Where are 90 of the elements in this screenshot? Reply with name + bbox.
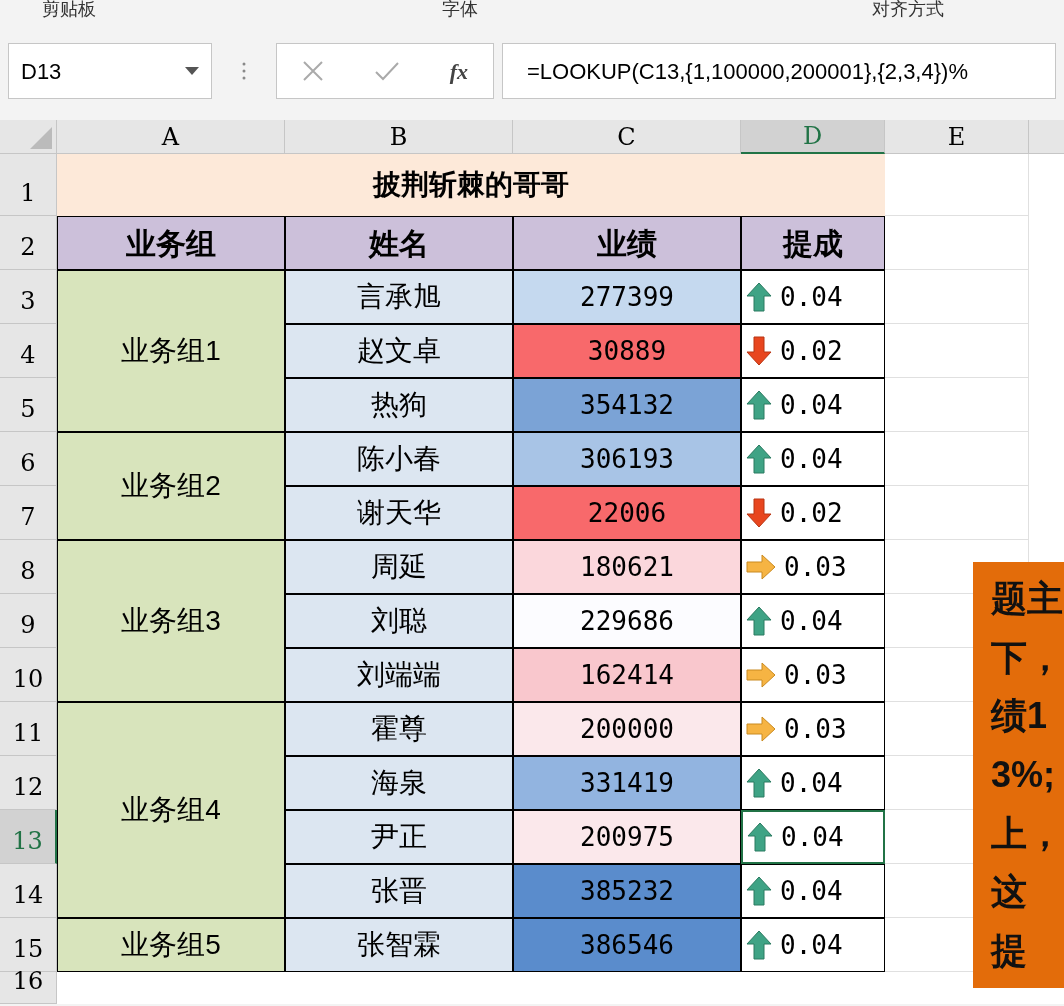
column-header[interactable]: D (741, 120, 885, 154)
sales-cell: 30889 (513, 324, 741, 378)
select-all-corner[interactable] (0, 120, 57, 154)
row-header[interactable]: 12 (0, 756, 57, 810)
note-text: 绩1 (991, 698, 1049, 735)
commission-value: 0.04 (780, 604, 843, 638)
commission-value: 0.04 (780, 928, 843, 962)
sales-cell: 386546 (513, 918, 741, 972)
name-box[interactable]: D13 (8, 43, 212, 99)
row-header[interactable]: 10 (0, 648, 57, 702)
commission-value: 0.04 (780, 280, 843, 314)
formula-field[interactable]: =LOOKUP(C13,{1,100000,200001},{2,3,4})% (502, 43, 1056, 99)
header-cell: 姓名 (285, 216, 513, 270)
name-cell: 热狗 (285, 378, 513, 432)
commission-value: 0.04 (780, 388, 843, 422)
row-header[interactable]: 15 (0, 918, 57, 972)
row-header[interactable]: 1 (0, 154, 57, 216)
commission-value: 0.04 (780, 766, 843, 800)
commission-value: 0.04 (780, 874, 843, 908)
ribbon-group-label: 剪贴板 (42, 0, 97, 18)
row-header[interactable]: 14 (0, 864, 57, 918)
commission-value: 0.04 (780, 442, 843, 476)
row-header[interactable]: 8 (0, 540, 57, 594)
row-header[interactable]: 3 (0, 270, 57, 324)
note-text: 提 (991, 932, 1028, 969)
column-header[interactable]: E (885, 120, 1029, 154)
name-cell: 赵文卓 (285, 324, 513, 378)
ribbon-group-label: 对齐方式 (872, 0, 944, 18)
name-cell: 陈小春 (285, 432, 513, 486)
group-cell: 业务组1 (57, 270, 285, 432)
commission-value: 0.02 (780, 496, 843, 530)
name-cell: 霍尊 (285, 702, 513, 756)
group-cell: 业务组4 (57, 702, 285, 918)
sales-cell: 200000 (513, 702, 741, 756)
group-cell: 业务组3 (57, 540, 285, 702)
commission-value: 0.04 (781, 820, 844, 854)
sales-cell: 162414 (513, 648, 741, 702)
note-text: 3%; (991, 756, 1057, 793)
sales-cell: 277399 (513, 270, 741, 324)
commission-value: 0.03 (784, 658, 847, 692)
vertical-dots-icon (242, 61, 246, 81)
row-header[interactable]: 5 (0, 378, 57, 432)
name-cell: 刘端端 (285, 648, 513, 702)
row-header[interactable]: 9 (0, 594, 57, 648)
commission-value: 0.03 (784, 712, 847, 746)
name-cell: 周延 (285, 540, 513, 594)
sales-cell: 229686 (513, 594, 741, 648)
row-header[interactable]: 13 (0, 810, 57, 864)
row-header[interactable]: 2 (0, 216, 57, 270)
commission-cell[interactable]: 0.04 (741, 810, 885, 864)
note-text: 上， (991, 815, 1064, 852)
sales-cell: 385232 (513, 864, 741, 918)
group-cell: 业务组5 (57, 918, 285, 972)
name-cell: 海泉 (285, 756, 513, 810)
name-cell: 刘聪 (285, 594, 513, 648)
header-cell: 业绩 (513, 216, 741, 270)
row-header[interactable]: 7 (0, 486, 57, 540)
sales-cell: 306193 (513, 432, 741, 486)
name-cell: 张智霖 (285, 918, 513, 972)
sales-cell: 180621 (513, 540, 741, 594)
sales-cell: 354132 (513, 378, 741, 432)
header-cell: 业务组 (57, 216, 285, 270)
insert-function-button[interactable]: fx (449, 54, 469, 88)
title-cell: 披荆斩棘的哥哥 (57, 154, 885, 216)
ribbon-group-label: 字体 (442, 0, 479, 18)
note-text: 下， (991, 639, 1064, 676)
name-cell: 张晋 (285, 864, 513, 918)
sales-cell: 22006 (513, 486, 741, 540)
header-cell: 提成 (741, 216, 885, 270)
name-cell: 尹正 (285, 810, 513, 864)
triangle-icon (30, 127, 52, 149)
column-header[interactable]: A (57, 120, 285, 154)
note-text: 这 (991, 874, 1028, 911)
commission-value: 0.02 (780, 334, 843, 368)
group-cell: 业务组2 (57, 432, 285, 540)
column-header[interactable]: C (513, 120, 741, 154)
row-header[interactable]: 11 (0, 702, 57, 756)
name-cell: 言承旭 (285, 270, 513, 324)
commission-value: 0.03 (784, 550, 847, 584)
sales-cell: 200975 (513, 810, 741, 864)
row-header[interactable]: 4 (0, 324, 57, 378)
cancel-icon[interactable] (301, 60, 324, 82)
sales-cell: 331419 (513, 756, 741, 810)
check-icon[interactable] (373, 60, 400, 82)
dropdown-caret-icon (185, 67, 199, 75)
note-text: 题主 (991, 581, 1064, 618)
column-header[interactable]: B (285, 120, 513, 154)
name-cell: 谢天华 (285, 486, 513, 540)
row-header[interactable]: 6 (0, 432, 57, 486)
row-header[interactable]: 16 (0, 972, 57, 1004)
